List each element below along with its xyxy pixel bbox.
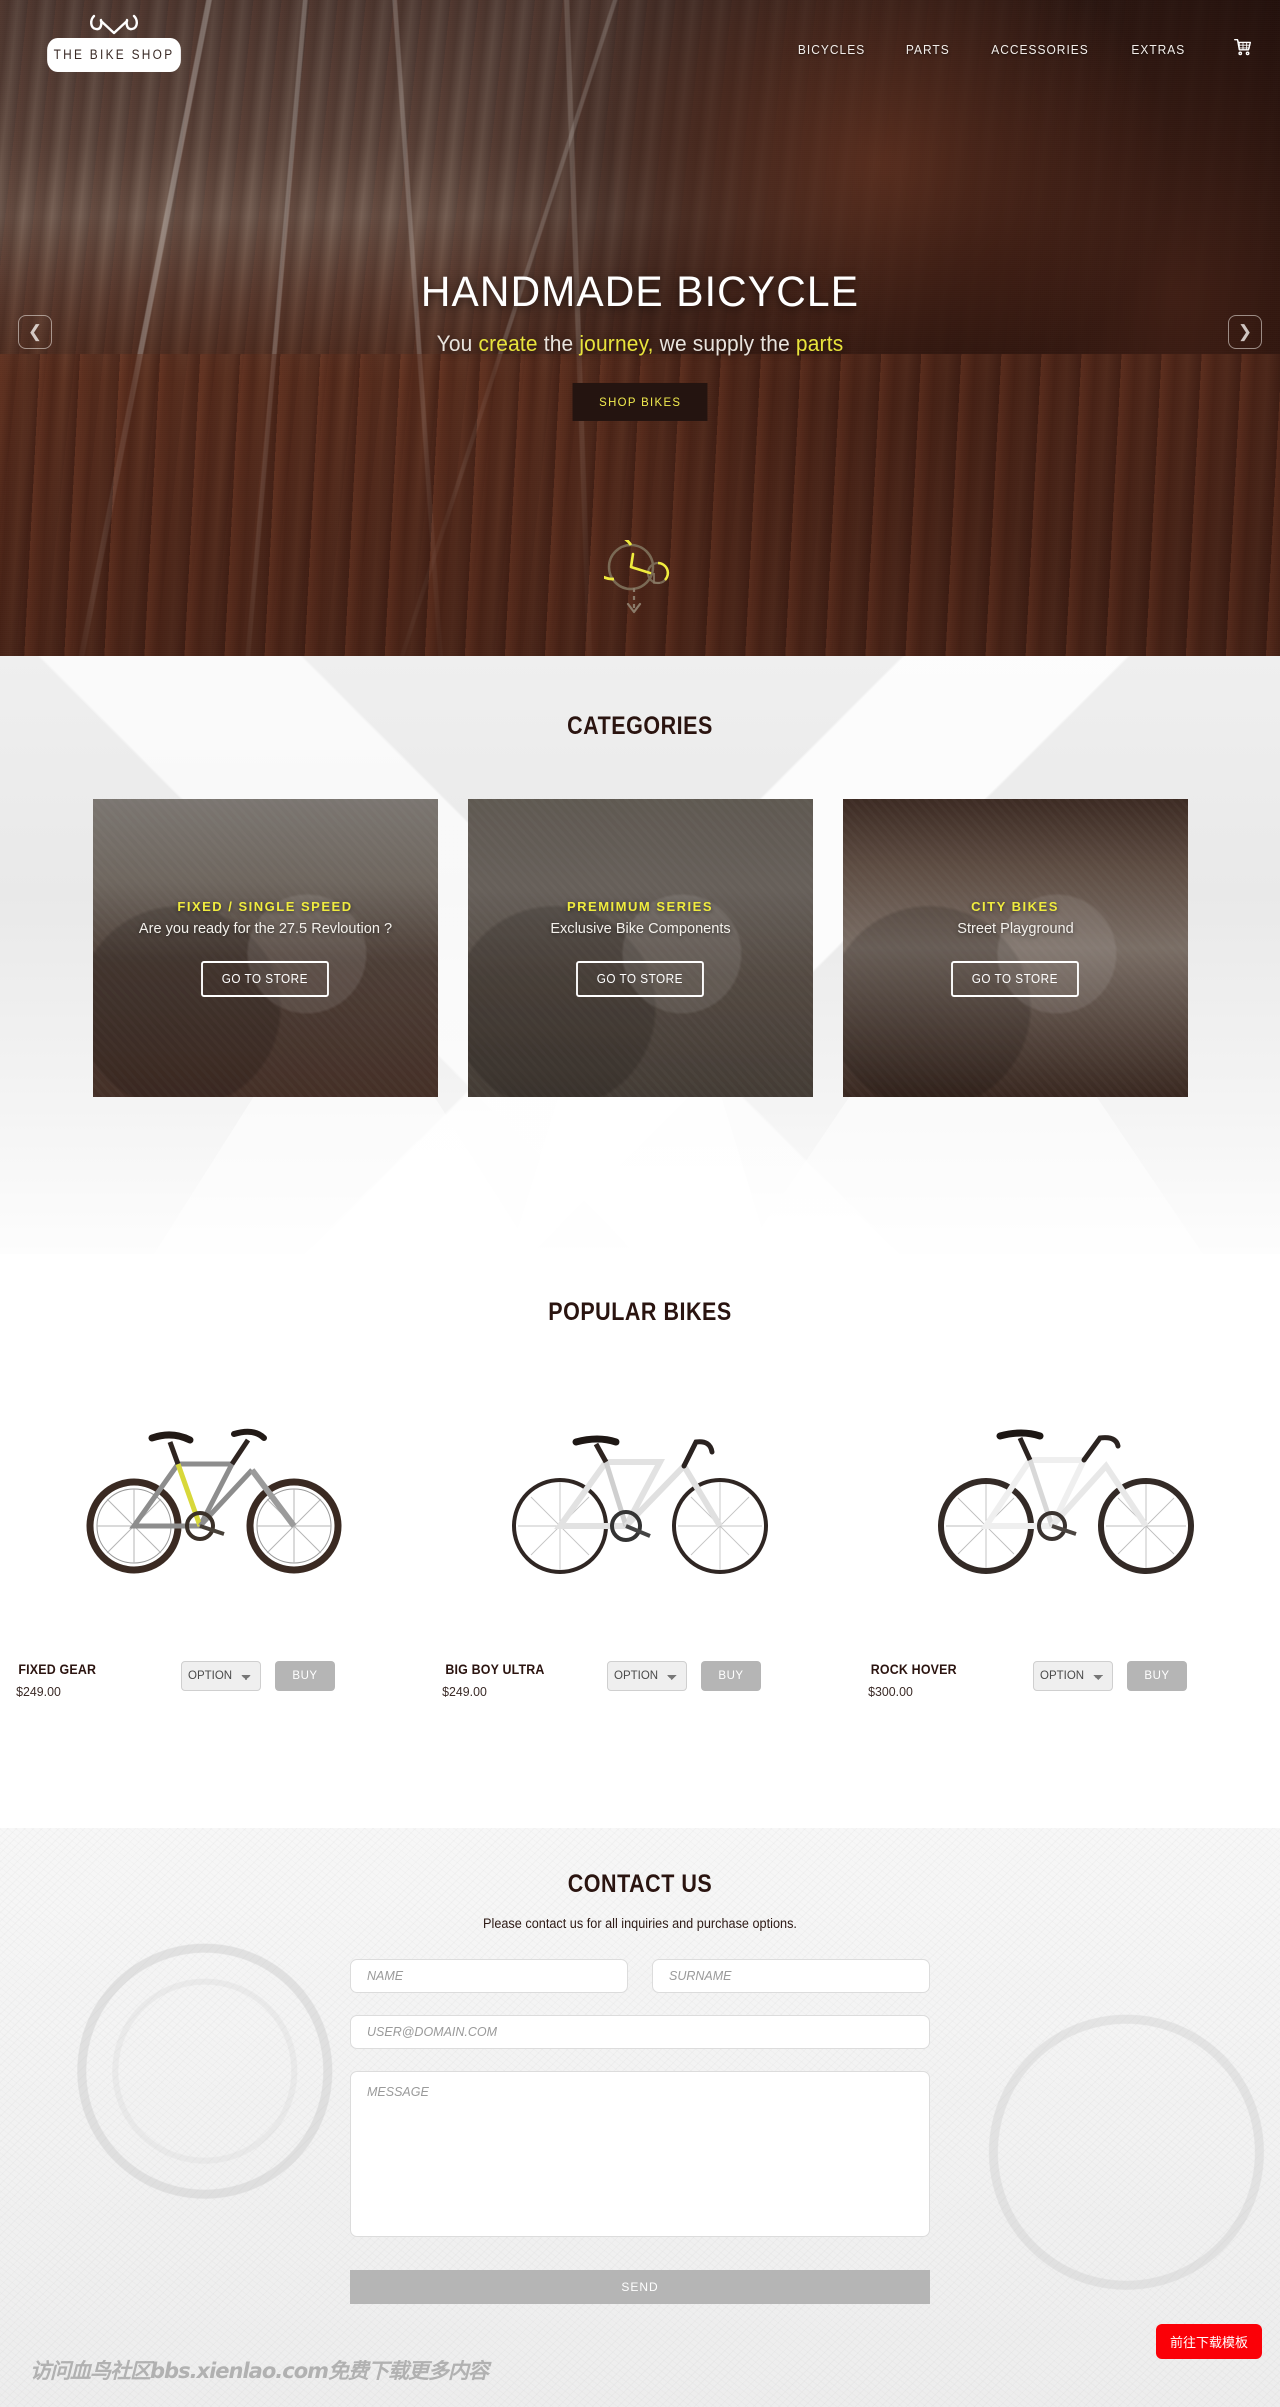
product-option-select[interactable]: OPTION: [607, 1661, 687, 1691]
hero-section: THE BIKE SHOP BICYCLES PARTS ACCESSORIES…: [0, 0, 1280, 656]
name-input[interactable]: [350, 1959, 628, 1993]
product-option-select[interactable]: OPTION: [1033, 1661, 1113, 1691]
message-textarea[interactable]: [350, 2071, 930, 2237]
product-footer: BIG BOY ULTRA $249.00 OPTION BUY: [427, 1661, 853, 1701]
download-template-button[interactable]: 前往下载模板: [1155, 2324, 1262, 2359]
category-description: Exclusive Bike Components: [549, 920, 731, 937]
nav-item-extras[interactable]: EXTRAS: [1132, 42, 1186, 57]
product-name: BIG BOY ULTRA: [445, 1662, 545, 1677]
nav-item-accessories[interactable]: ACCESSORIES: [992, 42, 1090, 57]
nav-item-bicycles[interactable]: BICYCLES: [798, 42, 865, 57]
category-label: PREMIMUM SERIES: [566, 899, 713, 914]
carousel-prev-button[interactable]: ❮: [18, 315, 52, 349]
category-label: FIXED / SINGLE SPEED: [177, 899, 353, 914]
hero-sub-part-1: You: [436, 331, 479, 356]
category-card-fixed-single-speed[interactable]: FIXED / SINGLE SPEED Are you ready for t…: [92, 799, 438, 1097]
hero-content: HANDMADE BICYCLE You create the journey,…: [0, 268, 1280, 421]
logo-text: THE BIKE SHOP: [47, 38, 181, 72]
product-card[interactable]: FIXED GEAR $249.00 OPTION BUY: [1, 1373, 427, 1701]
product-image: [1, 1373, 427, 1623]
contact-subtitle: Please contact us for all inquiries and …: [483, 1916, 797, 1931]
product-footer: ROCK HOVER $300.00 OPTION BUY: [853, 1661, 1279, 1701]
contact-section: CONTACT US Please contact us for all inq…: [0, 1828, 1280, 2407]
hero-sub-highlight-1: create: [478, 331, 538, 356]
categories-title: CATEGORIES: [567, 712, 713, 740]
popular-bikes-section: POPULAR BIKES FIXED GEAR $249.00 OPTION …: [0, 1254, 1280, 1828]
buy-button[interactable]: BUY: [1127, 1661, 1187, 1691]
chevron-left-icon: ❮: [27, 322, 43, 341]
product-price: $300.00: [868, 1684, 913, 1699]
category-description: Are you ready for the 27.5 Revloution ?: [138, 920, 392, 937]
buy-button[interactable]: BUY: [275, 1661, 335, 1691]
hero-subtitle: You create the journey, we supply the pa…: [32, 331, 1248, 357]
categories-card-row: FIXED / SINGLE SPEED Are you ready for t…: [0, 799, 1280, 1097]
product-image: [427, 1373, 853, 1623]
hero-sub-highlight-2: journey,: [579, 331, 654, 356]
hero-sub-highlight-3: parts: [795, 331, 844, 356]
go-to-store-button[interactable]: GO TO STORE: [951, 961, 1079, 997]
shop-bikes-button[interactable]: SHOP BIKES: [572, 383, 708, 421]
surname-input[interactable]: [652, 1959, 930, 1993]
main-navigation[interactable]: BICYCLES PARTS ACCESSORIES EXTRAS: [795, 36, 1254, 63]
carousel-next-button[interactable]: ❯: [1228, 315, 1262, 349]
hardtail-bike-icon: [938, 1429, 1194, 1574]
product-list: FIXED GEAR $249.00 OPTION BUY BIG BOY UL…: [0, 1373, 1280, 1701]
popular-bikes-title: POPULAR BIKES: [548, 1298, 732, 1326]
shopping-cart-icon[interactable]: [1232, 36, 1254, 63]
product-price: $249.00: [442, 1684, 487, 1699]
product-name: ROCK HOVER: [870, 1662, 957, 1677]
category-description: Street Playground: [956, 920, 1074, 937]
product-card[interactable]: BIG BOY ULTRA $249.00 OPTION BUY: [427, 1373, 853, 1701]
product-card[interactable]: ROCK HOVER $300.00 OPTION BUY: [853, 1373, 1279, 1701]
product-name: FIXED GEAR: [18, 1662, 97, 1677]
buy-button[interactable]: BUY: [701, 1661, 761, 1691]
mountain-bike-icon: [86, 1428, 342, 1574]
go-to-store-button[interactable]: GO TO STORE: [576, 961, 704, 997]
contact-title: CONTACT US: [567, 1870, 713, 1898]
hero-sub-part-3: we supply the: [653, 331, 796, 356]
scroll-down-icon: [589, 533, 670, 614]
nav-item-parts[interactable]: PARTS: [906, 42, 950, 57]
handlebar-icon: [38, 12, 190, 38]
product-option-select[interactable]: OPTION: [181, 1661, 261, 1691]
site-logo[interactable]: THE BIKE SHOP: [38, 12, 190, 72]
hero-sub-part-2: the: [537, 331, 580, 356]
category-card-premium-series[interactable]: PREMIMUM SERIES Exclusive Bike Component…: [467, 799, 813, 1097]
product-footer: FIXED GEAR $249.00 OPTION BUY: [1, 1661, 427, 1701]
contact-form: SEND: [350, 1959, 930, 2304]
watermark-text: 访问血鸟社区bbs.xienlao.com免费下载更多内容: [30, 2359, 489, 2383]
road-bike-icon: [512, 1435, 768, 1574]
go-to-store-button[interactable]: GO TO STORE: [201, 961, 329, 997]
category-label: CITY BIKES: [971, 899, 1059, 914]
chevron-right-icon: ❯: [1237, 322, 1253, 341]
hero-title: HANDMADE BICYCLE: [420, 268, 860, 316]
product-image: [853, 1373, 1279, 1623]
product-price: $249.00: [16, 1684, 61, 1699]
email-input[interactable]: [350, 2015, 930, 2049]
scroll-down-indicator[interactable]: [0, 533, 1280, 623]
category-card-city-bikes[interactable]: CITY BIKES Street Playground GO TO STORE: [842, 799, 1188, 1097]
categories-section: CATEGORIES FIXED / SINGLE SPEED Are you …: [0, 656, 1280, 1254]
send-button[interactable]: SEND: [350, 2270, 930, 2304]
